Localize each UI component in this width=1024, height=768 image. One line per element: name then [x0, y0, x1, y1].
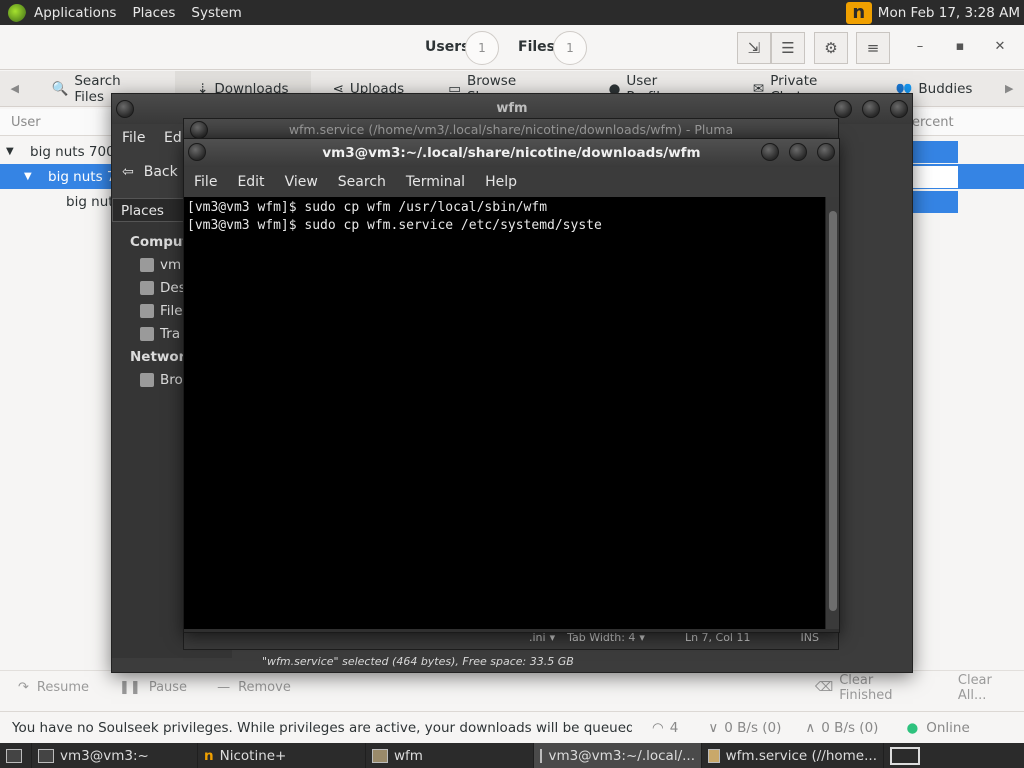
pause-icon: ❚❚ [119, 680, 141, 695]
show-desktop-button[interactable] [0, 743, 32, 768]
window-menu-icon[interactable] [188, 143, 206, 161]
file-manager-statusbar: "wfm.service" selected (464 bytes), Free… [262, 654, 574, 668]
home-icon [140, 257, 154, 272]
taskbar-item-pluma[interactable]: wfm.service (//home... [702, 743, 884, 768]
window-menu-icon[interactable] [116, 100, 134, 118]
scrollbar-thumb[interactable] [829, 211, 837, 611]
minimize-panel-button[interactable]: ⇲ [737, 32, 771, 64]
file-menu[interactable]: File [122, 130, 145, 146]
terminal-scrollbar[interactable] [825, 197, 839, 629]
drive-icon [140, 303, 154, 318]
back-button[interactable]: ⇦ Back [122, 164, 178, 180]
terminal-menu-terminal[interactable]: Terminal [396, 174, 475, 190]
terminal-output[interactable]: [vm3@vm3 wfm]$ sudo cp wfm /usr/local/sb… [184, 197, 826, 629]
minimize-icon[interactable] [761, 143, 779, 161]
back-arrow-icon: ⇦ [122, 164, 134, 180]
connections-count: 4 [669, 719, 679, 736]
clear-finished-button[interactable]: Clear Finished [839, 673, 930, 703]
main-menu-button[interactable]: ≡ [856, 32, 890, 64]
nicotine-tray-icon[interactable]: n [845, 1, 872, 24]
bottom-taskbar: vm3@vm3:~ n Nicotine+ wfm vm3@vm3:~/.loca… [0, 743, 1024, 768]
expander-icon[interactable]: ▼ [6, 146, 30, 157]
online-status[interactable]: Online [926, 720, 970, 736]
terminal-line: [vm3@vm3 wfm]$ sudo cp wfm /usr/local/sb… [187, 200, 548, 215]
header-bar: Users 1 Files 1 ⇲ ☰ ⚙ ≡ – ▪ ✕ [0, 25, 1024, 70]
maximize-icon[interactable] [862, 100, 880, 118]
download-speed-icon: ∨ [708, 719, 719, 736]
taskbar-item-wfm[interactable]: wfm [366, 743, 534, 768]
window-close-button[interactable]: ✕ [990, 39, 1010, 54]
places-menu[interactable]: Places [124, 5, 183, 21]
clear-icon: ⌫ [814, 680, 834, 695]
upload-speed-icon: ∧ [805, 719, 816, 736]
terminal-icon [540, 748, 543, 763]
top-panel: Applications Places System n Mon Feb 17,… [0, 0, 1024, 25]
files-count[interactable]: 1 [553, 31, 587, 65]
minimize-icon[interactable] [834, 100, 852, 118]
applications-icon [8, 3, 26, 22]
terminal-menubar: File Edit View Search Terminal Help [184, 167, 839, 197]
settings-gear-button[interactable]: ⚙ [814, 32, 848, 64]
expander-icon[interactable]: ▼ [24, 171, 48, 182]
window-minimize-button[interactable]: – [910, 39, 930, 54]
search-icon: 🔍 [51, 80, 69, 97]
network-icon [140, 372, 154, 387]
close-icon[interactable] [890, 100, 908, 118]
window-maximize-button[interactable]: ▪ [950, 39, 970, 54]
close-icon[interactable] [817, 143, 835, 161]
desktop-icon [140, 280, 154, 295]
files-label: Files [518, 39, 555, 55]
taskbar-item-terminal-active[interactable]: vm3@vm3:~/.local/... [534, 743, 702, 768]
trash-icon [140, 326, 154, 341]
remove-button[interactable]: Remove [238, 680, 291, 695]
resume-icon: ↷ [18, 680, 29, 695]
terminal-menu-search[interactable]: Search [328, 174, 396, 190]
terminal-window: vm3@vm3:~/.local/share/nicotine/download… [183, 138, 840, 633]
tabs-scroll-right-icon[interactable]: ▶ [994, 82, 1024, 95]
terminal-line: [vm3@vm3 wfm]$ sudo cp wfm.service /etc/… [187, 218, 602, 233]
column-percent[interactable]: ercent [912, 115, 954, 130]
privileges-message: You have no Soulseek privileges. While p… [12, 719, 632, 736]
window-menu-icon[interactable] [190, 121, 208, 139]
transfer-actions: ↷ Resume ❚❚ Pause — Remove ⌫ Clear Finis… [0, 670, 1024, 704]
pause-button[interactable]: Pause [149, 680, 187, 695]
text-editor-icon [708, 748, 720, 763]
workspace-icon [890, 746, 920, 765]
users-count[interactable]: 1 [465, 31, 499, 65]
status-bar: You have no Soulseek privileges. While p… [0, 711, 1024, 743]
terminal-titlebar: vm3@vm3:~/.local/share/nicotine/download… [184, 139, 839, 167]
workspace-switcher[interactable] [884, 743, 926, 768]
system-menu[interactable]: System [183, 5, 249, 21]
pluma-title: wfm.service (/home/vm3/.local/share/nico… [288, 122, 734, 137]
tabs-scroll-left-icon[interactable]: ◀ [0, 82, 30, 95]
taskbar-item-nicotine[interactable]: n Nicotine+ [198, 743, 366, 768]
terminal-menu-edit[interactable]: Edit [227, 174, 274, 190]
terminal-menu-help[interactable]: Help [475, 174, 527, 190]
file-manager-title: wfm [496, 101, 528, 116]
desktop-icon [6, 748, 22, 763]
folder-icon [372, 748, 388, 763]
remove-icon: — [217, 680, 231, 695]
users-label: Users [425, 39, 470, 55]
upload-speed: 0 B/s (0) [821, 719, 879, 736]
terminal-title: vm3@vm3:~/.local/share/nicotine/download… [322, 145, 701, 161]
taskbar-item-terminal-home[interactable]: vm3@vm3:~ [32, 743, 198, 768]
column-user[interactable]: User [11, 115, 41, 130]
nicotine-icon: n [204, 747, 214, 764]
clock[interactable]: Mon Feb 17, 3:28 AM [878, 5, 1020, 21]
download-speed: 0 B/s (0) [724, 719, 782, 736]
clear-all-button[interactable]: Clear All... [958, 673, 1024, 703]
resume-button[interactable]: Resume [37, 680, 89, 695]
terminal-menu-file[interactable]: File [184, 174, 227, 190]
applications-menu[interactable]: Applications [26, 5, 124, 21]
terminal-menu-view[interactable]: View [275, 174, 328, 190]
list-view-button[interactable]: ☰ [771, 32, 805, 64]
online-status-icon: ● [906, 719, 919, 736]
terminal-icon [38, 748, 54, 763]
maximize-icon[interactable] [789, 143, 807, 161]
wifi-icon: ◠ [652, 719, 664, 736]
